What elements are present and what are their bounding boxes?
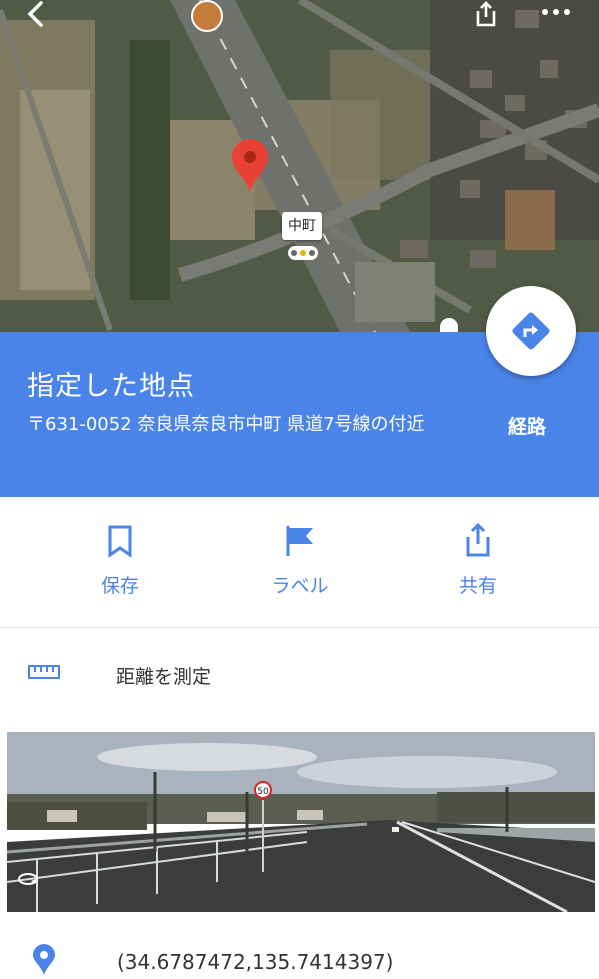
measure-distance-label: 距離を測定 [116,666,212,688]
route-link[interactable]: 経路 [508,412,546,439]
share-map-button[interactable] [466,0,506,30]
label-label: ラベル [271,575,329,597]
save-button[interactable]: 保存 [60,521,180,598]
directions-button[interactable] [486,286,576,376]
action-row: 保存 ラベル 共有 [0,497,599,628]
traffic-signal-icon [288,246,318,260]
poi-marker[interactable] [440,318,458,332]
street-view-icon [18,873,38,885]
share-icon [476,1,496,27]
share-label: 共有 [458,575,497,597]
more-icon [542,9,570,15]
back-icon [27,1,43,27]
coordinates-value: (34.6787472,135.7414397) [117,950,394,974]
speed-limit-sign: 50 [257,787,269,797]
town-label: 中町 [282,212,322,240]
location-pin-icon [33,944,55,975]
location-pin-icon[interactable] [230,138,270,194]
measure-distance-row[interactable]: 距離を測定 [0,628,599,718]
ruler-icon [28,665,60,679]
coordinates-row[interactable]: (34.6787472,135.7414397) [0,928,599,979]
share-button[interactable]: 共有 [418,521,538,598]
flag-icon [286,526,313,556]
share-icon [466,523,490,557]
cafe-icon[interactable] [191,0,223,32]
bookmark-icon [108,525,132,558]
map-imagery [0,0,599,332]
satellite-map[interactable]: 中町 [0,0,599,332]
back-button[interactable] [14,0,58,28]
place-title: 指定した地点 [27,371,195,402]
street-view-image: 50 [7,732,595,912]
directions-icon [512,312,550,350]
save-label: 保存 [100,575,139,597]
place-address: 〒631-0052 奈良県奈良市中町 県道7号線の付近 [27,414,425,435]
street-view-thumbnail[interactable]: 50 [7,732,595,912]
more-options-button[interactable] [532,0,580,24]
label-button[interactable]: ラベル [240,521,360,598]
